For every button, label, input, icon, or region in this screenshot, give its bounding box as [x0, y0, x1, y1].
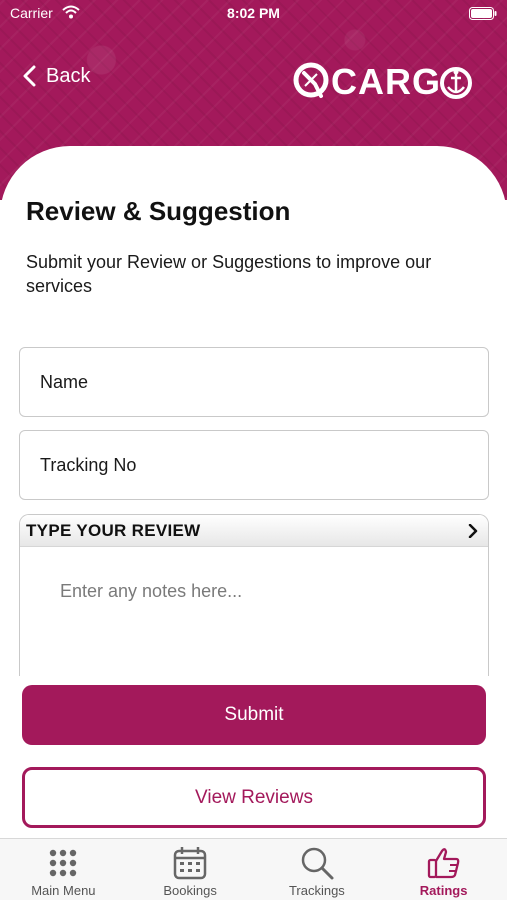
- back-label: Back: [46, 64, 91, 87]
- tracking-placeholder: Tracking No: [40, 454, 137, 475]
- review-header[interactable]: TYPE YOUR REVIEW: [20, 515, 488, 547]
- review-header-label: TYPE YOUR REVIEW: [26, 520, 201, 540]
- view-reviews-button[interactable]: View Reviews: [22, 767, 486, 828]
- submit-label: Submit: [224, 704, 284, 725]
- name-field[interactable]: Name: [19, 347, 489, 417]
- chevron-right-icon: [468, 523, 478, 538]
- logo-text: CARG: [331, 61, 441, 102]
- tab-trackings[interactable]: Trackings: [254, 839, 381, 900]
- tab-label: Bookings: [163, 883, 217, 898]
- view-reviews-label: View Reviews: [195, 786, 313, 808]
- q-compass-icon: [293, 62, 329, 98]
- tab-bar: Main Menu Bookings Trackings Ratings: [0, 838, 507, 900]
- page-title: Review & Suggestion: [26, 196, 291, 226]
- tab-label: Main Menu: [31, 883, 96, 898]
- page-subtitle: Submit your Review or Suggestions to imp…: [26, 252, 432, 296]
- thumbs-up-icon: [427, 848, 460, 879]
- status-time: 8:02 PM: [227, 5, 280, 21]
- chevron-left-icon: [23, 65, 36, 87]
- tab-ratings[interactable]: Ratings: [380, 839, 507, 900]
- tracking-number-field[interactable]: Tracking No: [19, 430, 489, 500]
- tab-main-menu[interactable]: Main Menu: [0, 839, 127, 900]
- calendar-icon: [173, 847, 207, 880]
- review-placeholder: Enter any notes here...: [60, 581, 243, 601]
- tab-bookings[interactable]: Bookings: [127, 839, 254, 900]
- name-placeholder: Name: [40, 371, 89, 392]
- battery-icon: [469, 7, 497, 20]
- back-button[interactable]: Back: [22, 60, 90, 92]
- submit-button[interactable]: Submit: [22, 685, 486, 745]
- review-textarea[interactable]: TYPE YOUR REVIEW Enter any notes here...: [19, 514, 489, 676]
- search-icon: [301, 847, 334, 880]
- tab-label: Trackings: [288, 883, 345, 898]
- grid-icon: [50, 849, 77, 877]
- qcargo-logo: CARG: [291, 58, 473, 106]
- anchor-o-icon: [440, 67, 472, 99]
- tab-label: Ratings: [419, 883, 468, 898]
- status-bar: Carrier 8:02 PM: [0, 0, 507, 28]
